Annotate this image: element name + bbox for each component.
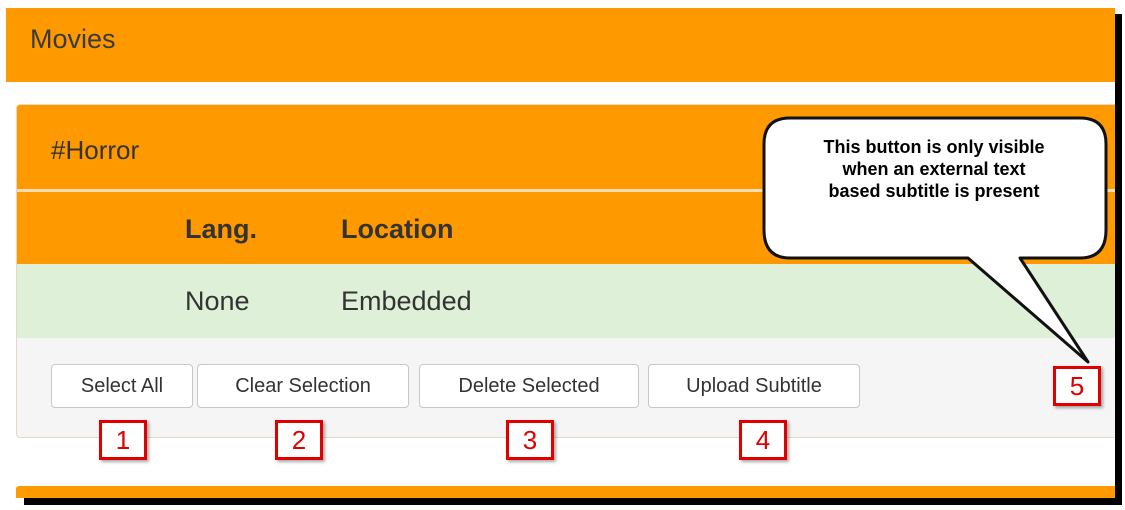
callout-line-1: This button is only visible [823, 137, 1045, 157]
callout-bubble [762, 116, 1108, 364]
callout-text: This button is only visible when an exte… [764, 136, 1104, 202]
callout-line-2: when an external text [842, 159, 1026, 179]
callout-line-3: based subtitle is present [828, 181, 1040, 201]
